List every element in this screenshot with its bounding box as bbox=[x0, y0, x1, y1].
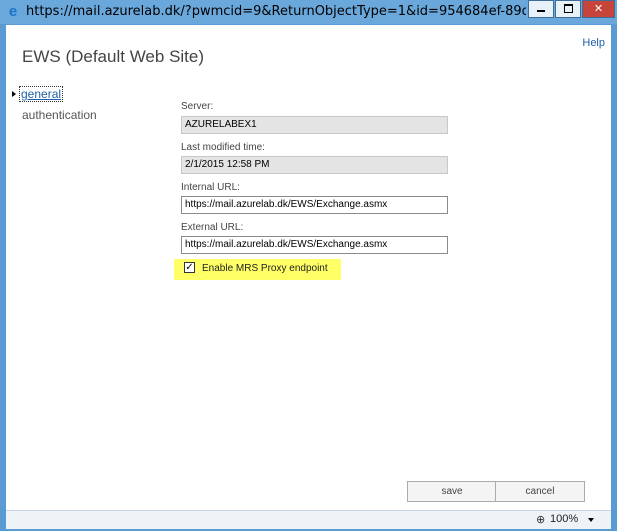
title-bar: e https://mail.azurelab.dk/?pwmcid=9&Ret… bbox=[0, 0, 617, 24]
nav-item-general[interactable]: general bbox=[18, 86, 64, 102]
zoom-level[interactable]: 100% bbox=[550, 513, 578, 525]
internal-url-label: Internal URL: bbox=[181, 182, 240, 193]
nav-item-authentication[interactable]: authentication bbox=[22, 108, 97, 122]
mrs-proxy-checkbox[interactable]: ✓ bbox=[184, 262, 195, 273]
minimize-icon bbox=[537, 10, 545, 12]
last-modified-field: 2/1/2015 12:58 PM bbox=[181, 156, 448, 174]
internal-url-input[interactable]: https://mail.azurelab.dk/EWS/Exchange.as… bbox=[181, 196, 448, 214]
server-label: Server: bbox=[181, 101, 214, 112]
cancel-button[interactable]: cancel bbox=[495, 481, 585, 502]
save-button[interactable]: save bbox=[407, 481, 497, 502]
external-url-input[interactable]: https://mail.azurelab.dk/EWS/Exchange.as… bbox=[181, 236, 448, 254]
page-title: EWS (Default Web Site) bbox=[22, 47, 205, 66]
close-icon: ✕ bbox=[593, 3, 604, 15]
maximize-button[interactable] bbox=[555, 0, 581, 18]
zoom-dropdown-icon[interactable] bbox=[588, 518, 594, 522]
ie-icon: e bbox=[8, 3, 18, 20]
help-link[interactable]: Help bbox=[582, 37, 605, 49]
dialog-content: Help EWS (Default Web Site) general auth… bbox=[6, 25, 611, 510]
close-button[interactable]: ✕ bbox=[582, 0, 615, 18]
last-modified-label: Last modified time: bbox=[181, 142, 265, 153]
mrs-proxy-label[interactable]: Enable MRS Proxy endpoint bbox=[202, 263, 328, 274]
zoom-icon: ⊕ bbox=[536, 514, 546, 526]
window-title: https://mail.azurelab.dk/?pwmcid=9&Retur… bbox=[26, 4, 526, 19]
browser-window: e https://mail.azurelab.dk/?pwmcid=9&Ret… bbox=[0, 0, 617, 531]
maximize-icon bbox=[563, 4, 573, 13]
minimize-button[interactable] bbox=[528, 0, 554, 18]
status-bar: ⊕ 100% bbox=[6, 510, 611, 529]
external-url-label: External URL: bbox=[181, 222, 244, 233]
selected-arrow-icon bbox=[12, 91, 16, 97]
server-field: AZURELABEX1 bbox=[181, 116, 448, 134]
